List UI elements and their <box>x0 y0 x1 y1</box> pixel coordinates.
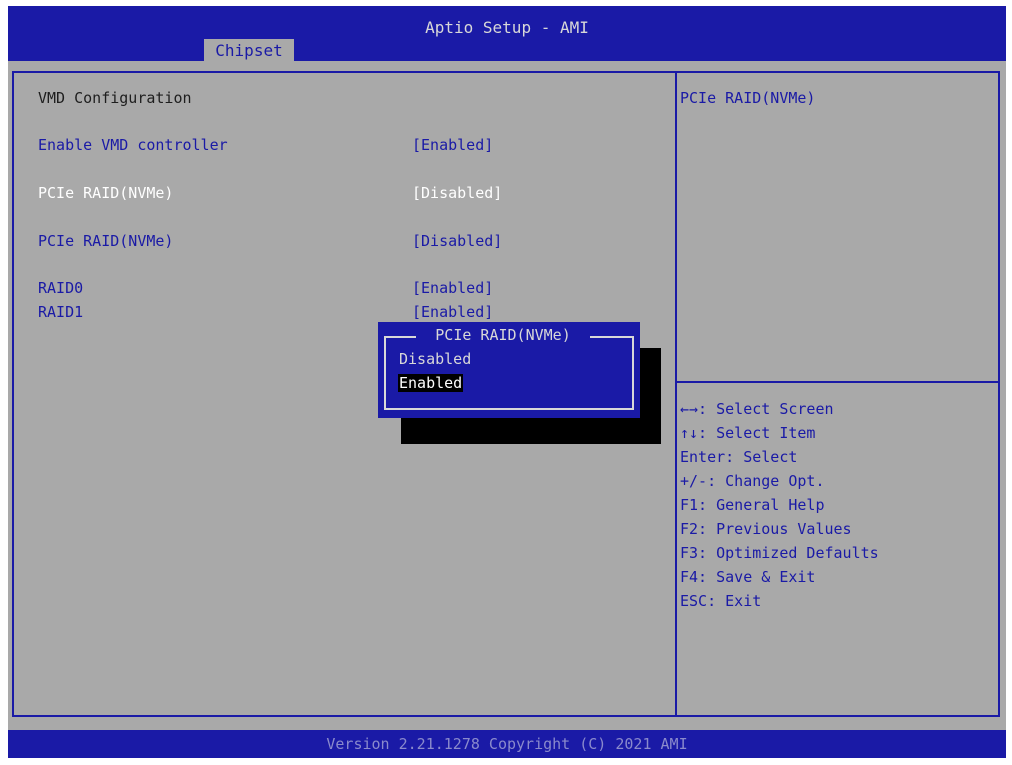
footer-bar: Version 2.21.1278 Copyright (C) 2021 AMI <box>8 730 1006 758</box>
help-divider <box>677 381 1000 383</box>
tab-chipset[interactable]: Chipset <box>204 39 294 63</box>
popup-frame-edge <box>384 336 416 338</box>
key-help-item: ESC: Exit <box>680 592 762 610</box>
setting-value-enable-vmd[interactable]: [Enabled] <box>412 136 493 154</box>
key-help-item: F4: Save & Exit <box>680 568 816 586</box>
header-bar: Aptio Setup - AMI Chipset <box>8 6 1006 63</box>
key-help-item: ↑↓: Select Item <box>680 424 816 442</box>
setting-value-pcie-raid-1[interactable]: [Disabled] <box>412 184 502 202</box>
key-help-item: F3: Optimized Defaults <box>680 544 879 562</box>
key-help-item: ←→: Select Screen <box>680 400 834 418</box>
setting-label-raid1[interactable]: RAID1 <box>38 303 83 321</box>
section-title: VMD Configuration <box>38 89 192 107</box>
setting-label-raid0[interactable]: RAID0 <box>38 279 83 297</box>
popup-option-disabled[interactable]: Disabled <box>398 350 472 368</box>
vertical-divider <box>675 71 677 717</box>
setting-value-raid1[interactable]: [Enabled] <box>412 303 493 321</box>
key-help-list: ←→: Select Screen ↑↓: Select Item Enter:… <box>680 397 879 613</box>
setting-label-pcie-raid-2[interactable]: PCIe RAID(NVMe) <box>38 232 173 250</box>
version-text: Version 2.21.1278 Copyright (C) 2021 AMI <box>326 735 688 753</box>
app-title: Aptio Setup - AMI <box>425 18 589 37</box>
popup-frame <box>384 336 634 410</box>
popup-option-enabled[interactable]: Enabled <box>398 374 464 392</box>
key-help-item: F2: Previous Values <box>680 520 852 538</box>
setting-value-raid0[interactable]: [Enabled] <box>412 279 493 297</box>
key-help-item: Enter: Select <box>680 448 798 466</box>
key-help-item: +/-: Change Opt. <box>680 472 825 490</box>
popup-frame-edge <box>590 336 634 338</box>
bios-screen: Aptio Setup - AMI Chipset VMD Configurat… <box>0 0 1012 765</box>
setting-label-enable-vmd[interactable]: Enable VMD controller <box>38 136 228 154</box>
help-title: PCIe RAID(NVMe) <box>680 89 816 107</box>
setting-value-pcie-raid-2[interactable]: [Disabled] <box>412 232 502 250</box>
options-popup: PCIe RAID(NVMe) Disabled Enabled <box>378 322 640 418</box>
popup-title: PCIe RAID(NVMe) <box>435 326 571 344</box>
setting-label-pcie-raid-1[interactable]: PCIe RAID(NVMe) <box>38 184 173 202</box>
key-help-item: F1: General Help <box>680 496 825 514</box>
